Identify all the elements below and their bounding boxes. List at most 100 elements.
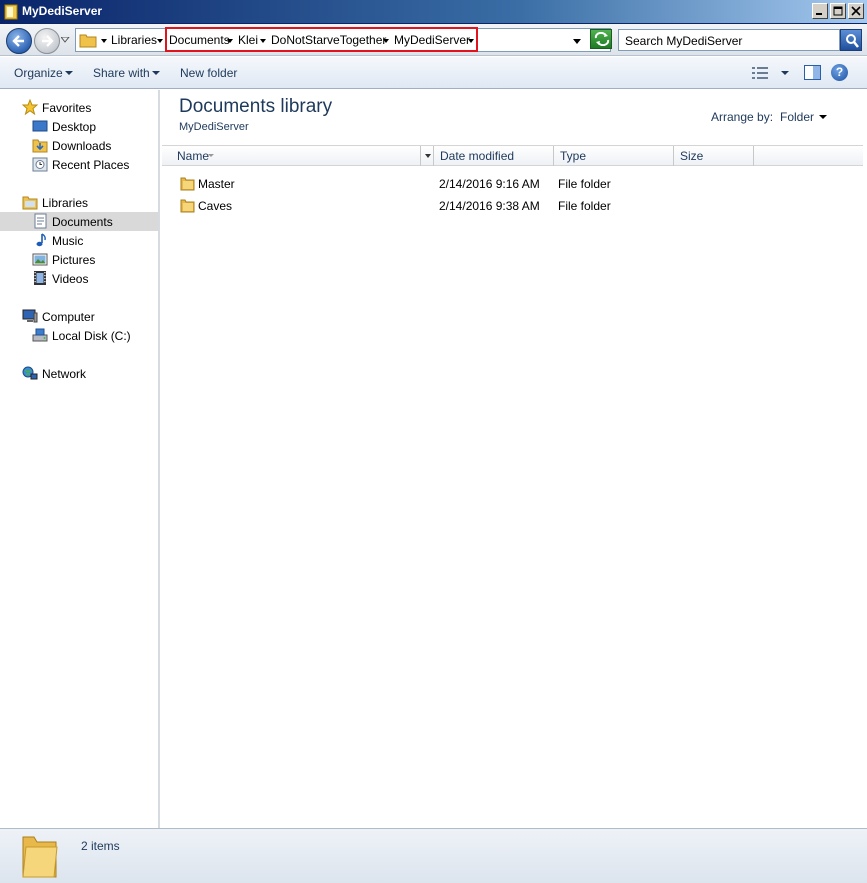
minimize-button[interactable] <box>812 3 828 19</box>
crumb-separator[interactable] <box>260 39 266 43</box>
file-row[interactable]: Caves 2/14/2016 9:38 AM File folder <box>162 195 863 217</box>
close-icon <box>851 6 861 16</box>
nav-network-label: Network <box>42 367 87 381</box>
crumb-documents[interactable]: Documents <box>169 33 230 47</box>
search-input[interactable]: Search MyDediServer <box>618 29 840 51</box>
crumb-mydediserver[interactable]: MyDediServer <box>394 33 470 47</box>
nav-computer[interactable]: Computer <box>0 307 158 326</box>
nav-desktop[interactable]: Desktop <box>0 117 158 136</box>
file-date: 2/14/2016 9:16 AM <box>439 177 540 191</box>
file-type: File folder <box>558 177 611 191</box>
recent-places-icon <box>32 157 48 172</box>
column-date-modified[interactable]: Date modified <box>434 146 554 166</box>
item-count: 2 items <box>81 839 120 853</box>
maximize-button[interactable] <box>830 3 846 19</box>
local-disk-icon <box>32 328 48 342</box>
column-name[interactable]: Name <box>162 146 434 166</box>
nav-videos[interactable]: Videos <box>0 269 158 288</box>
forward-button[interactable] <box>34 28 60 54</box>
folder-icon <box>180 177 195 191</box>
nav-recent-places[interactable]: Recent Places <box>0 155 158 174</box>
nav-pictures-label: Pictures <box>52 253 96 267</box>
file-row[interactable]: Master 2/14/2016 9:16 AM File folder <box>162 173 863 195</box>
library-subtitle: MyDediServer <box>179 121 249 133</box>
nav-libraries[interactable]: Libraries <box>0 193 158 212</box>
star-icon <box>22 99 38 115</box>
command-bar: Organize Share with New folder <box>0 57 867 89</box>
refresh-button[interactable] <box>590 29 612 49</box>
music-icon <box>36 233 46 247</box>
back-arrow-icon <box>12 35 24 47</box>
nav-local-disk-label: Local Disk (C:) <box>52 329 131 343</box>
sort-indicator-icon <box>208 154 214 157</box>
crumb-separator[interactable] <box>468 39 474 43</box>
column-header: Name Date modified Type Size <box>162 145 863 166</box>
file-date: 2/14/2016 9:38 AM <box>439 199 540 213</box>
window-title: MyDediServer <box>22 4 103 18</box>
crumb-separator[interactable] <box>101 39 107 43</box>
refresh-icon <box>594 32 610 46</box>
column-size[interactable]: Size <box>674 146 754 166</box>
library-folder-icon <box>79 34 97 48</box>
new-folder-button[interactable]: New folder <box>180 66 237 80</box>
crumb-klei[interactable]: Klei <box>238 33 258 47</box>
library-title: Documents library <box>179 96 333 117</box>
computer-icon <box>22 309 38 323</box>
nav-local-disk[interactable]: Local Disk (C:) <box>0 326 158 345</box>
nav-favorites[interactable]: Favorites <box>0 98 158 117</box>
crumb-separator[interactable] <box>157 39 163 43</box>
arrange-by-label: Arrange by: <box>711 110 774 124</box>
search-placeholder: Search MyDediServer <box>625 34 743 48</box>
minimize-icon <box>816 13 822 15</box>
file-type: File folder <box>558 199 611 213</box>
organize-button[interactable]: Organize <box>14 66 63 80</box>
file-name: Caves <box>198 199 233 213</box>
crumb-separator[interactable] <box>383 39 389 43</box>
search-icon <box>846 34 859 48</box>
nav-network[interactable]: Network <box>0 364 158 383</box>
folder-icon <box>180 199 195 213</box>
crumb-libraries[interactable]: Libraries <box>111 33 157 47</box>
organize-dropdown-icon <box>65 71 73 75</box>
desktop-icon <box>32 120 48 132</box>
maximize-icon <box>833 6 843 16</box>
close-button[interactable] <box>848 3 864 19</box>
arrange-by-dropdown[interactable]: Folder <box>780 110 814 124</box>
help-icon[interactable]: ? <box>831 64 848 81</box>
back-button[interactable] <box>6 28 32 54</box>
column-size-label: Size <box>680 149 704 163</box>
recent-pages-dropdown-icon[interactable] <box>61 37 70 43</box>
nav-documents[interactable]: Documents <box>0 212 158 231</box>
column-name-label: Name <box>177 149 210 163</box>
crumb-donotstarvetogether[interactable]: DoNotStarveTogether <box>271 33 386 47</box>
pictures-icon <box>32 253 48 266</box>
view-dropdown-icon[interactable] <box>781 71 789 75</box>
nav-libraries-label: Libraries <box>42 196 89 210</box>
nav-computer-label: Computer <box>42 310 95 324</box>
column-type[interactable]: Type <box>554 146 674 166</box>
nav-documents-label: Documents <box>52 215 113 229</box>
column-type-label: Type <box>560 149 587 163</box>
downloads-folder-icon <box>32 139 48 153</box>
search-button[interactable] <box>840 29 862 51</box>
preview-pane-icon[interactable] <box>804 65 821 80</box>
folder-icon <box>22 836 58 878</box>
title-bar[interactable]: MyDediServer <box>0 0 867 24</box>
change-view-icon[interactable] <box>752 66 770 80</box>
file-name: Master <box>198 177 235 191</box>
documents-icon <box>34 213 47 229</box>
nav-pictures[interactable]: Pictures <box>0 250 158 269</box>
arrange-by-dropdown-icon[interactable] <box>819 115 827 119</box>
nav-desktop-label: Desktop <box>52 120 97 134</box>
share-with-button[interactable]: Share with <box>93 66 150 80</box>
nav-music[interactable]: Music <box>0 231 158 250</box>
address-dropdown[interactable] <box>573 39 581 44</box>
nav-favorites-label: Favorites <box>42 101 92 115</box>
nav-downloads[interactable]: Downloads <box>0 136 158 155</box>
column-filter-dropdown[interactable] <box>420 146 434 166</box>
network-icon <box>22 366 38 380</box>
address-bar[interactable]: Libraries Documents Klei DoNotStarveToge… <box>75 27 611 52</box>
nav-music-label: Music <box>52 234 84 248</box>
crumb-separator[interactable] <box>227 39 233 43</box>
navigation-pane: Favorites Desktop Downloads Recent Place… <box>0 90 160 828</box>
